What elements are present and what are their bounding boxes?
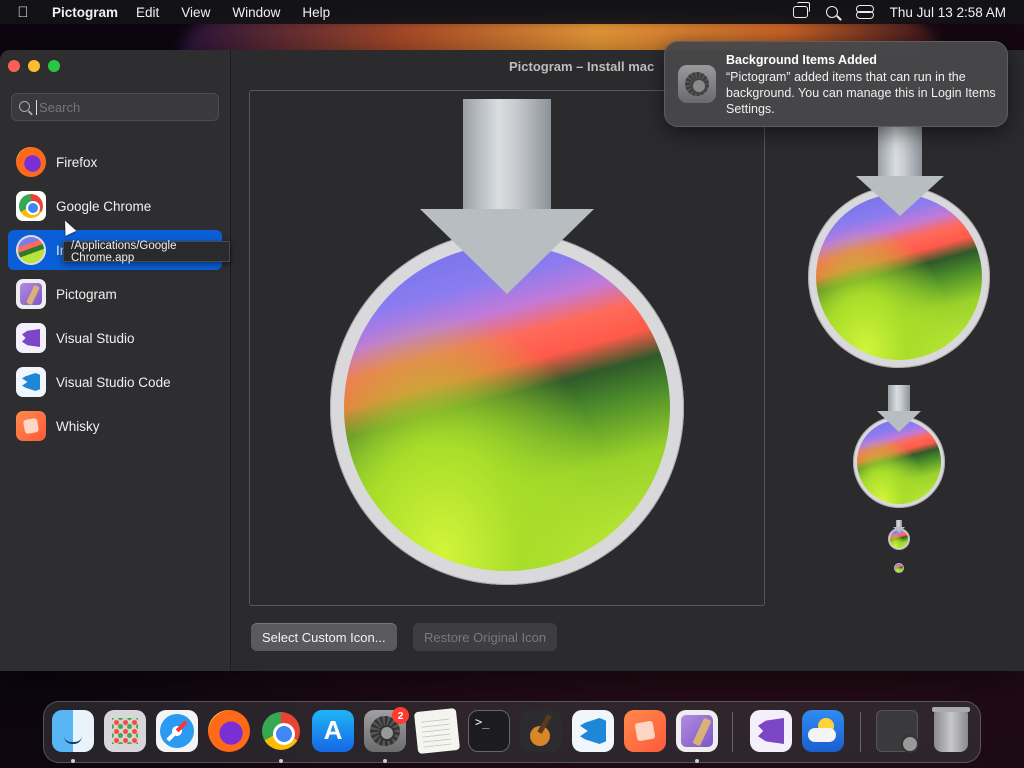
chrome-icon [16,191,46,221]
firefox-icon[interactable] [208,710,250,752]
whisky-icon [16,411,46,441]
trash-icon[interactable] [932,707,970,752]
system-settings-icon [678,65,716,103]
firefox-icon [16,147,46,177]
app-item-google-chrome[interactable]: Google Chrome [8,186,222,226]
download-arrow-icon [893,520,905,534]
whisky-icon[interactable] [624,710,666,752]
download-arrow-icon [856,126,944,218]
dock-separator [860,712,861,752]
vscode-icon[interactable] [572,710,614,752]
select-custom-icon-button[interactable]: Select Custom Icon... [251,623,397,651]
apple-menu-icon[interactable]:  [0,4,36,21]
notification-body: “Pictogram” added items that can run in … [726,70,996,116]
window-title: Pictogram – Install mac [509,59,655,74]
spotlight-search-icon[interactable] [825,6,838,18]
menu-window[interactable]: Window [232,5,280,20]
icon-preview-micro [894,563,904,573]
app-item-label: Visual Studio Code [56,374,171,390]
menu-edit[interactable]: Edit [136,5,159,20]
sidebar: Firefox Google Chrome In Pictogram Visua… [0,50,231,671]
vscode-icon [16,367,46,397]
zoom-window-button[interactable] [48,60,60,72]
menu-app-name[interactable]: Pictogram [52,5,118,20]
path-tooltip: /Applications/Google Chrome.app [63,240,230,264]
download-arrow-icon [877,385,921,433]
app-item-label: Whisky [56,418,100,434]
app-store-icon[interactable] [312,710,354,752]
restore-original-icon-button[interactable]: Restore Original Icon [413,623,558,651]
search-input[interactable] [36,99,206,115]
background-items-notification[interactable]: Background Items Added “Pictogram” added… [664,41,1008,127]
visual-studio-icon [16,323,46,353]
running-indicator [279,759,283,763]
app-item-label: Visual Studio [56,330,135,346]
search-field[interactable] [11,93,219,121]
sonoma-wallpaper-image [895,564,903,572]
menu-clock[interactable]: Thu Jul 13 2:58 AM [890,5,1006,20]
running-indicator [695,759,699,763]
app-item-label: Firefox [56,154,98,170]
traffic-lights [8,60,60,72]
app-list: Firefox Google Chrome In Pictogram Visua… [8,142,222,450]
notification-badge: 2 [392,707,409,724]
app-item-label: Pictogram [56,286,117,302]
search-icon [19,101,30,112]
icon-preview-large[interactable] [249,90,765,606]
control-center-icon[interactable] [855,5,874,19]
minimize-window-button[interactable] [28,60,40,72]
pictogram-icon [16,279,46,309]
downloads-stack-icon[interactable] [876,710,919,753]
terminal-icon[interactable] [468,710,510,752]
macos-installer-icon [16,235,46,265]
weather-icon[interactable] [802,710,844,752]
menu-help[interactable]: Help [302,5,330,20]
pictogram-icon[interactable] [676,710,718,752]
textedit-icon[interactable] [413,707,461,755]
screen-mirroring-icon[interactable] [792,2,810,18]
running-indicator [71,759,75,763]
download-arrow-icon [420,99,594,294]
app-item-label: Google Chrome [56,198,152,214]
app-item-pictogram[interactable]: Pictogram [8,274,222,314]
close-window-button[interactable] [8,60,20,72]
safari-icon[interactable] [156,710,198,752]
running-indicator [383,759,387,763]
sonoma-wallpaper-image [816,194,982,360]
menu-view[interactable]: View [181,5,210,20]
pictogram-window: Firefox Google Chrome In Pictogram Visua… [0,50,1024,671]
garageband-icon[interactable] [520,710,562,752]
dock-separator [732,712,733,752]
menu-bar:  Pictogram Edit View Window Help Thu Ju… [0,0,1024,24]
app-item-visual-studio[interactable]: Visual Studio [8,318,222,358]
dock: 2 [43,701,981,763]
visual-studio-icon[interactable] [750,710,792,752]
launchpad-icon[interactable] [104,710,146,752]
chrome-icon[interactable] [260,710,302,752]
app-item-firefox[interactable]: Firefox [8,142,222,182]
app-item-whisky[interactable]: Whisky [8,406,222,446]
finder-icon[interactable] [52,710,94,752]
app-item-visual-studio-code[interactable]: Visual Studio Code [8,362,222,402]
notification-title: Background Items Added [726,53,877,67]
